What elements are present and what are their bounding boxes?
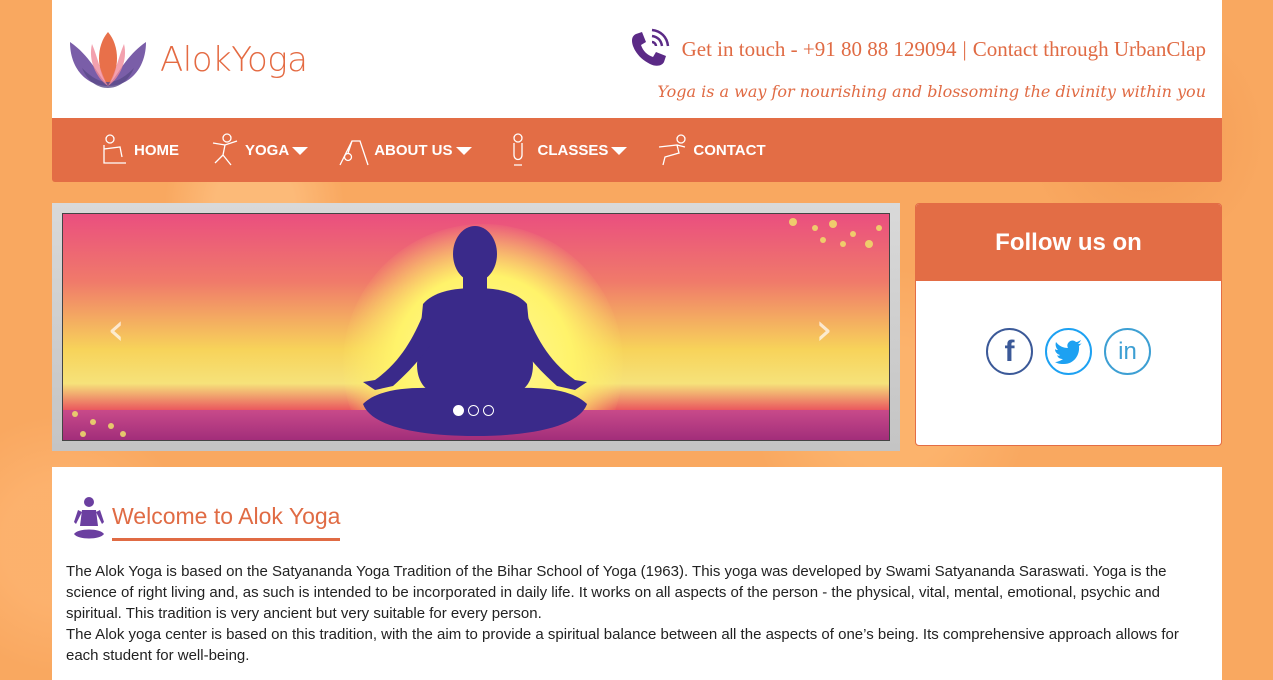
nav-classes[interactable]: CLASSES — [502, 133, 628, 167]
nav-about-label: ABOUT US — [374, 141, 453, 159]
tagline: Yoga is a way for nourishing and blossom… — [657, 82, 1206, 101]
nav-about[interactable]: ABOUT US — [338, 133, 472, 167]
welcome-paragraph-1: The Alok Yoga is based on the Satyananda… — [66, 563, 1167, 622]
linkedin-icon: in — [1118, 337, 1137, 365]
urbanclap-link[interactable]: Contact through UrbanClap — [973, 37, 1206, 61]
meditation-icon — [74, 497, 104, 539]
page: AlokYoga Get in touch - +91 80 88 129094… — [52, 0, 1222, 680]
welcome-title: Welcome to Alok Yoga — [112, 503, 341, 541]
contact-separator: | — [962, 36, 967, 61]
contact-text: Get in touch - +91 80 88 129094 | Contact … — [682, 37, 1206, 62]
carousel-prev-button[interactable]: ‹ — [101, 308, 131, 352]
social-links: f in — [916, 328, 1221, 375]
welcome-paragraph-2: The Alok yoga center is based on this tr… — [66, 626, 1179, 664]
nav-home-label: HOME — [134, 141, 179, 159]
logo[interactable]: AlokYoga — [66, 28, 308, 92]
chevron-down-icon — [292, 147, 309, 155]
linkedin-button[interactable]: in — [1104, 328, 1151, 375]
carousel-next-button[interactable]: › — [809, 308, 839, 352]
nav-home[interactable]: HOME — [98, 133, 179, 167]
facebook-button[interactable]: f — [986, 328, 1033, 375]
carousel-slide: ‹ › — [62, 213, 890, 441]
contact-row: Get in touch - +91 80 88 129094 | Contact … — [628, 28, 1206, 70]
yoga-pose-about-icon — [339, 140, 369, 166]
welcome-heading-row: Welcome to Alok Yoga — [66, 495, 1208, 541]
lotus-logo-icon — [70, 32, 146, 88]
yoga-pose-classes-icon — [512, 133, 523, 166]
yoga-pose-yoga-icon — [212, 133, 238, 166]
welcome-body: The Alok Yoga is based on the Satyananda… — [66, 561, 1208, 666]
chevron-down-icon — [455, 147, 472, 155]
follow-panel: Follow us on f in — [915, 203, 1222, 446]
carousel-indicators — [453, 405, 494, 416]
yoga-pose-home-icon — [103, 134, 126, 164]
follow-title: Follow us on — [916, 204, 1221, 281]
chevron-down-icon — [611, 147, 628, 155]
yoga-pose-contact-icon — [659, 134, 687, 166]
nav-contact[interactable]: CONTACT — [657, 133, 766, 167]
nav-yoga[interactable]: YOGA — [209, 133, 309, 167]
twitter-button[interactable] — [1045, 328, 1092, 375]
image-carousel: ‹ › — [52, 203, 900, 451]
carousel-indicator-dot[interactable] — [468, 405, 479, 416]
phone-number: Get in touch - +91 80 88 129094 — [681, 36, 957, 61]
nav-contact-label: CONTACT — [693, 141, 766, 159]
welcome-section: Welcome to Alok Yoga The Alok Yoga is ba… — [52, 467, 1222, 680]
nav-yoga-label: YOGA — [245, 141, 290, 159]
brand-name: AlokYoga — [160, 40, 308, 80]
site-header: AlokYoga Get in touch - +91 80 88 129094… — [52, 0, 1222, 118]
nav-classes-label: CLASSES — [537, 141, 609, 159]
main-nav: HOME YOGA ABOUT US CLASSES CONTACT — [52, 118, 1222, 182]
facebook-icon: f — [1004, 334, 1015, 368]
carousel-indicator-dot[interactable] — [483, 405, 494, 416]
phone-icon — [631, 28, 669, 66]
carousel-indicator-dot[interactable] — [453, 405, 464, 416]
twitter-icon — [1054, 339, 1082, 364]
